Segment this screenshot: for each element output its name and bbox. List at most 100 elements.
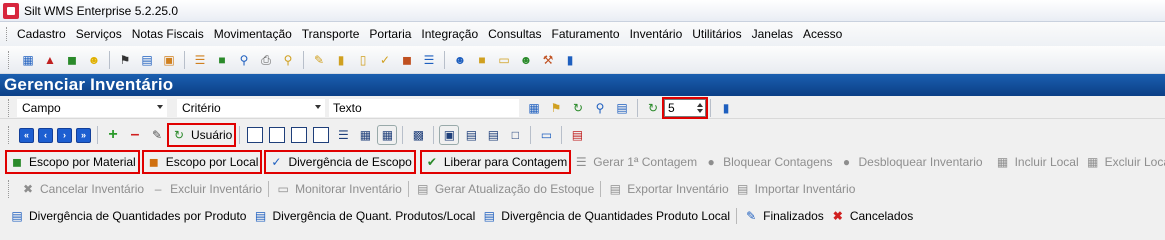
menu-servicos[interactable]: Serviços (74, 27, 130, 41)
car-icon[interactable]: ▲ (41, 51, 59, 69)
next-record-icon[interactable]: › (57, 127, 72, 143)
menu-integracao[interactable]: Integração (419, 27, 486, 41)
folder-edit-icon[interactable]: ✎ (310, 51, 328, 69)
search-document-icon[interactable]: ⚲ (279, 51, 297, 69)
key-filter-icon[interactable]: ⚑ (547, 99, 565, 117)
menu-portaria[interactable]: Portaria (367, 27, 419, 41)
chevron-down-icon[interactable] (157, 104, 163, 109)
cancelados-button[interactable]: ✖ Cancelados (827, 205, 916, 227)
importar-inventario-button[interactable]: ▤ Importar Inventário (732, 178, 859, 200)
unblock-icon: ● (842, 155, 851, 169)
split-icon[interactable]: ▤ (484, 126, 502, 144)
book-icon[interactable]: ▮ (717, 99, 735, 117)
lock-icon[interactable]: ■ (473, 51, 491, 69)
menu-consultas[interactable]: Consultas (486, 27, 549, 41)
divergencia-quantidades-produto-local-button[interactable]: ▤ Divergência de Quantidades Produto Loc… (478, 205, 733, 227)
document-list-icon[interactable]: ☰ (191, 51, 209, 69)
book-icon[interactable]: ▮ (561, 51, 579, 69)
spin-up-icon[interactable] (697, 102, 703, 107)
gerar-atualizacao-estoque-button[interactable]: ▤ Gerar Atualização do Estoque (412, 178, 597, 200)
blank-frame-icon[interactable]: □ (506, 126, 524, 144)
auto-refresh-icon[interactable]: ↻ (644, 99, 662, 117)
bloquear-contagens-button[interactable]: ● Bloquear Contagens (700, 151, 835, 173)
row-grip[interactable] (8, 180, 11, 198)
incluir-local-button[interactable]: ▦ Incluir Local (992, 151, 1082, 173)
liberar-para-contagem-button[interactable]: ✔ Liberar para Contagem (419, 150, 572, 174)
layout-full-icon[interactable] (247, 127, 264, 143)
grid-icon[interactable]: ▦ (377, 125, 398, 145)
folder-check-icon[interactable]: ✓ (376, 51, 394, 69)
hierarchy-icon[interactable]: ▤ (462, 126, 480, 144)
exportar-inventario-button[interactable]: ▤ Exportar Inventário (604, 178, 731, 200)
layout-bottom-icon[interactable] (291, 127, 308, 143)
menu-notas-fiscais[interactable]: Notas Fiscais (130, 27, 212, 41)
divergencia-de-escopo-button[interactable]: ✓ Divergência de Escopo (264, 150, 416, 174)
layout-list-icon[interactable]: ☰ (334, 126, 352, 144)
truck-icon[interactable]: ■ (213, 51, 231, 69)
bar-chart-icon[interactable]: ▤ (613, 99, 631, 117)
add-icon[interactable]: + (104, 126, 122, 144)
package-icon[interactable]: ◼ (63, 51, 81, 69)
menu-acesso[interactable]: Acesso (801, 27, 850, 41)
grid-toolbar-grip[interactable] (8, 126, 11, 144)
menu-utilitarios[interactable]: Utilitários (690, 27, 749, 41)
menu-cadastro[interactable]: Cadastro (15, 27, 74, 41)
user-add-icon[interactable]: ☻ (451, 51, 469, 69)
menu-faturamento[interactable]: Faturamento (550, 27, 628, 41)
stack-icon[interactable]: ☰ (420, 51, 438, 69)
escopo-por-local-button[interactable]: ◼ Escopo por Local (141, 150, 263, 174)
windows-icon[interactable]: ▩ (409, 126, 427, 144)
remove-icon[interactable]: – (126, 126, 144, 144)
toolbar-grip[interactable] (8, 50, 11, 69)
calendar-icon[interactable]: ▦ (525, 99, 543, 117)
divergencia-quantidades-produto-button[interactable]: ▤ Divergência de Quantidades por Produto (6, 205, 249, 227)
network-icon[interactable]: ▦ (19, 51, 37, 69)
monitorar-inventario-button[interactable]: ▭ Monitorar Inventário (272, 178, 405, 200)
copy-icon[interactable]: ▭ (537, 126, 555, 144)
excluir-inventario-button[interactable]: – Excluir Inventário (147, 178, 265, 200)
finalizados-button[interactable]: ✎ Finalizados (740, 205, 827, 227)
layout-columns-icon[interactable]: ▦ (356, 126, 374, 144)
menu-transporte[interactable]: Transporte (300, 27, 368, 41)
smiley-icon[interactable]: ☻ (85, 51, 103, 69)
desbloquear-inventario-button[interactable]: ● Desbloquear Inventario (836, 151, 986, 173)
printer-icon[interactable]: ⎙ (257, 51, 275, 69)
divergencia-quant-produtos-local-button[interactable]: ▤ Divergência de Quant. Produtos/Local (249, 205, 478, 227)
gerar-1a-contagem-button[interactable]: ☰ Gerar 1ª Contagem (570, 151, 700, 173)
criteria-combo[interactable]: Critério (177, 98, 325, 117)
users-icon[interactable]: ☻ (517, 51, 535, 69)
page-search-icon[interactable]: ⚲ (591, 99, 609, 117)
menu-movimentacao[interactable]: Movimentação (212, 27, 300, 41)
folder-open-icon[interactable]: ▯ (354, 51, 372, 69)
filter-grip[interactable] (8, 98, 11, 117)
magnifier-icon[interactable]: ⚲ (235, 51, 253, 69)
edit-icon[interactable]: ✎ (148, 126, 166, 144)
field-combo[interactable]: Campo (17, 98, 167, 117)
refresh-interval-spinner[interactable]: 5 (662, 96, 708, 119)
layout-top-icon[interactable] (313, 127, 330, 143)
previous-record-icon[interactable]: ‹ (38, 127, 53, 143)
user-button[interactable]: ↻ Usuário (166, 123, 237, 147)
chevron-down-icon[interactable] (315, 104, 321, 109)
box-move-icon[interactable]: ◼ (398, 51, 416, 69)
tree-icon[interactable]: ▤ (138, 51, 156, 69)
branch-icon[interactable]: ⚑ (116, 51, 134, 69)
menu-janelas[interactable]: Janelas (750, 27, 801, 41)
excluir-local-button[interactable]: ▦ Excluir Local (1082, 151, 1165, 173)
refresh-dropdown-icon[interactable]: ↻ (569, 99, 587, 117)
folder-icon[interactable]: ▮ (332, 51, 350, 69)
export-sheet-icon[interactable]: ▤ (568, 126, 586, 144)
menu-grip[interactable] (6, 27, 9, 41)
menu-inventario[interactable]: Inventário (628, 27, 691, 41)
cancelar-inventario-button[interactable]: ✖ Cancelar Inventário (17, 178, 147, 200)
picture-icon[interactable]: ▣ (160, 51, 178, 69)
spin-down-icon[interactable] (697, 108, 703, 113)
text-search-input[interactable]: Texto (329, 98, 519, 117)
escopo-por-material-button[interactable]: ◼ Escopo por Material (5, 150, 140, 174)
layout-left-icon[interactable] (269, 127, 286, 143)
tools-icon[interactable]: ⚒ (539, 51, 557, 69)
last-record-icon[interactable]: » (76, 127, 91, 143)
document-icon[interactable]: ▭ (495, 51, 513, 69)
form-view-icon[interactable]: ▣ (439, 125, 460, 145)
first-record-icon[interactable]: « (19, 127, 34, 143)
